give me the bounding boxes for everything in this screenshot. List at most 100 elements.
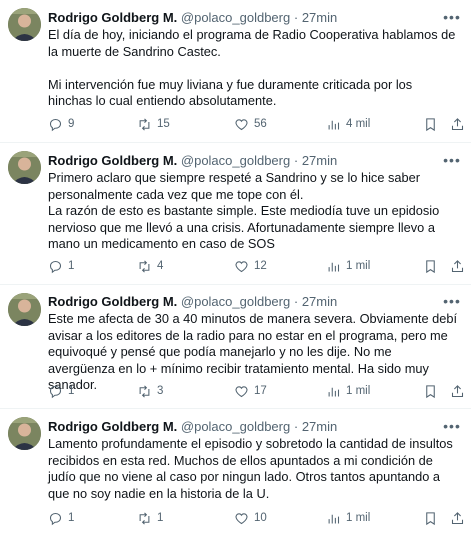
tweet[interactable]: Rodrigo Goldberg M. @polaco_goldberg · 2… (0, 0, 471, 142)
tweet-text: Lamento profundamente el episodio y sobr… (48, 436, 453, 501)
retweet-button[interactable]: 1 (137, 509, 163, 527)
retweet-icon (139, 511, 150, 525)
author-handle[interactable]: @polaco_goldberg (181, 153, 290, 168)
reply-button[interactable]: 1 (48, 509, 74, 527)
share-button[interactable] (450, 257, 465, 275)
author-handle[interactable]: @polaco_goldberg (181, 419, 290, 434)
tweet[interactable]: Rodrigo Goldberg M. @polaco_goldberg · 2… (0, 285, 471, 408)
views-button[interactable]: 1 mil (326, 382, 370, 400)
bookmark-icon (426, 117, 435, 131)
like-button[interactable]: 10 (234, 509, 267, 527)
bookmark-button[interactable] (423, 382, 438, 400)
views-chart-icon (328, 262, 340, 271)
tweet-text: Primero aclaro que siempre respeté a San… (48, 170, 440, 251)
views-chart-icon (328, 514, 340, 523)
views-count: 1 mil (346, 385, 371, 397)
heart-icon (235, 512, 248, 524)
author-handle[interactable]: @polaco_goldberg (181, 294, 290, 309)
author-name[interactable]: Rodrigo Goldberg M. (48, 153, 177, 168)
retweet-count: 3 (157, 385, 164, 397)
author-name[interactable]: Rodrigo Goldberg M. (48, 419, 177, 434)
share-button[interactable] (450, 382, 465, 400)
author-name[interactable]: Rodrigo Goldberg M. (48, 294, 177, 309)
retweet-count: 4 (157, 260, 164, 272)
tweet[interactable]: Rodrigo Goldberg M. @polaco_goldberg · 2… (0, 409, 471, 539)
heart-icon (235, 260, 248, 272)
more-icon[interactable]: ••• (443, 10, 461, 28)
avatar[interactable] (8, 8, 41, 41)
retweet-icon (139, 259, 150, 273)
reply-icon (49, 385, 62, 398)
tweet-header: Rodrigo Goldberg M. @polaco_goldberg · 2… (48, 419, 337, 435)
tweet-header: Rodrigo Goldberg M. @polaco_goldberg · 2… (48, 10, 337, 26)
tweet-header: Rodrigo Goldberg M. @polaco_goldberg · 2… (48, 294, 337, 310)
heart-icon (235, 385, 248, 397)
bookmark-icon (426, 259, 435, 273)
avatar[interactable] (8, 151, 41, 184)
reply-count: 1 (68, 260, 75, 272)
avatar[interactable] (8, 293, 41, 326)
views-button[interactable]: 1 mil (326, 509, 370, 527)
more-icon[interactable]: ••• (443, 419, 461, 437)
like-button[interactable]: 17 (234, 382, 267, 400)
share-icon (451, 259, 464, 272)
retweet-button[interactable]: 15 (137, 115, 170, 133)
tweet-thread: Rodrigo Goldberg M. @polaco_goldberg · 2… (0, 0, 471, 539)
avatar[interactable] (8, 417, 41, 450)
reply-count: 1 (68, 385, 75, 397)
share-icon (451, 384, 464, 397)
tweet-actions: 1 3 17 1 mil (48, 382, 464, 400)
tweet-actions: 9 15 56 4 mil (48, 115, 464, 133)
share-button[interactable] (450, 115, 465, 133)
reply-icon (49, 512, 62, 525)
timestamp[interactable]: 27min (302, 419, 337, 434)
more-icon[interactable]: ••• (443, 153, 461, 171)
views-count: 1 mil (346, 512, 371, 524)
like-button[interactable]: 12 (234, 257, 267, 275)
share-button[interactable] (450, 509, 465, 527)
bookmark-icon (426, 384, 435, 398)
author-handle[interactable]: @polaco_goldberg (181, 10, 290, 25)
tweet-actions: 1 4 12 1 mil (48, 257, 464, 275)
like-count: 56 (254, 118, 267, 130)
tweet-text: El día de hoy, iniciando el programa de … (48, 27, 456, 108)
views-chart-icon (328, 120, 340, 129)
retweet-button[interactable]: 4 (137, 257, 163, 275)
tweet[interactable]: Rodrigo Goldberg M. @polaco_goldberg · 2… (0, 143, 471, 284)
retweet-count: 1 (157, 512, 164, 524)
reply-button[interactable]: 1 (48, 382, 74, 400)
reply-button[interactable]: 1 (48, 257, 74, 275)
retweet-icon (139, 117, 150, 131)
bookmark-button[interactable] (423, 115, 438, 133)
reply-count: 9 (68, 118, 75, 130)
views-chart-icon (328, 387, 340, 396)
like-count: 12 (254, 260, 267, 272)
separator-dot: · (293, 294, 299, 309)
tweet-header: Rodrigo Goldberg M. @polaco_goldberg · 2… (48, 153, 337, 169)
reply-icon (49, 260, 62, 273)
heart-icon (235, 118, 248, 130)
share-icon (451, 511, 464, 524)
like-count: 10 (254, 512, 267, 524)
share-icon (451, 117, 464, 130)
timestamp[interactable]: 27min (302, 153, 337, 168)
bookmark-button[interactable] (423, 257, 438, 275)
tweet-actions: 1 1 10 1 mil (48, 509, 464, 527)
more-icon[interactable]: ••• (443, 294, 461, 312)
like-count: 17 (254, 385, 267, 397)
author-name[interactable]: Rodrigo Goldberg M. (48, 10, 177, 25)
separator-dot: · (293, 153, 299, 168)
separator-dot: · (293, 419, 299, 434)
bookmark-button[interactable] (423, 509, 438, 527)
bookmark-icon (426, 511, 435, 525)
views-button[interactable]: 1 mil (326, 257, 370, 275)
reply-button[interactable]: 9 (48, 115, 74, 133)
views-count: 4 mil (346, 118, 371, 130)
separator-dot: · (293, 10, 299, 25)
timestamp[interactable]: 27min (302, 294, 337, 309)
reply-count: 1 (68, 512, 75, 524)
retweet-button[interactable]: 3 (137, 382, 163, 400)
timestamp[interactable]: 27min (302, 10, 337, 25)
views-button[interactable]: 4 mil (326, 115, 370, 133)
like-button[interactable]: 56 (234, 115, 267, 133)
